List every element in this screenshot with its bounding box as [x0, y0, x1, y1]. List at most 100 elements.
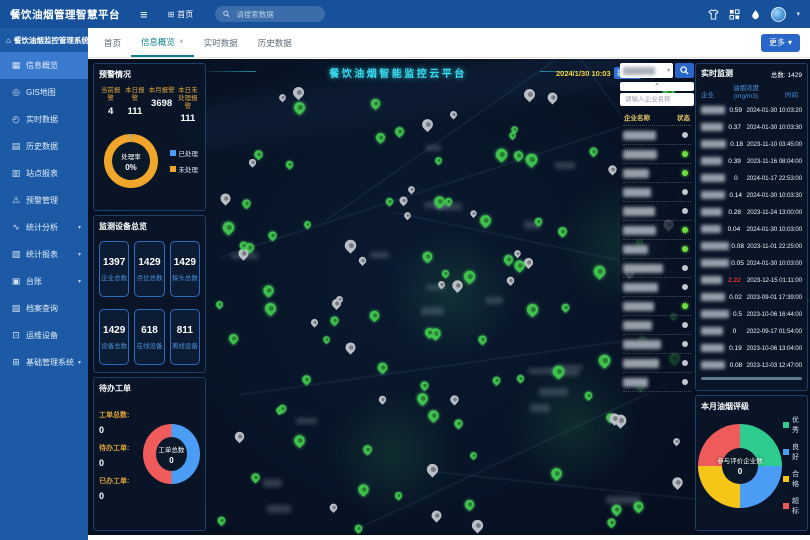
horizontal-scrollbar[interactable]: [701, 377, 802, 380]
map-pin-online[interactable]: [215, 300, 225, 310]
map-pin-online[interactable]: [329, 314, 340, 325]
company-row[interactable]: [623, 335, 691, 354]
company-search-button[interactable]: [675, 63, 694, 78]
realtime-row[interactable]: 02022-09-17 01:54:00: [699, 323, 804, 340]
map-pin-online[interactable]: [322, 335, 331, 344]
map-pin-online[interactable]: [525, 302, 541, 318]
topbar-home-chip[interactable]: ⊞ 首页: [168, 9, 194, 20]
map-pin-online[interactable]: [241, 198, 252, 209]
map-pin-online[interactable]: [227, 332, 240, 345]
realtime-row[interactable]: 0.042024-01-30 10:03:00: [699, 221, 804, 238]
company-row[interactable]: [623, 164, 691, 183]
flame-icon[interactable]: [750, 9, 761, 20]
company-select[interactable]: ▾: [620, 63, 673, 78]
company-row[interactable]: [623, 183, 691, 202]
sidebar-item-stat-analysis[interactable]: ∿统计分析▾: [0, 214, 88, 241]
map-pin-online[interactable]: [385, 196, 395, 206]
map-pin-offline[interactable]: [219, 192, 233, 206]
tab-history[interactable]: 历史数据: [248, 28, 302, 57]
realtime-row[interactable]: 0.082023-11-01 22:25:00: [699, 238, 804, 255]
map-pin-offline[interactable]: [343, 341, 357, 355]
company-row[interactable]: [623, 240, 691, 259]
map-pin-offline[interactable]: [328, 502, 339, 513]
map-pin-online[interactable]: [606, 517, 617, 528]
map-pin-online[interactable]: [285, 160, 295, 170]
user-avatar[interactable]: [771, 7, 786, 22]
map-pin-online[interactable]: [588, 146, 599, 157]
realtime-row[interactable]: 2.222023-12-15 01:11:00: [699, 272, 804, 289]
tab-overview[interactable]: 信息概览×: [131, 28, 194, 57]
map-pin-online[interactable]: [493, 146, 509, 162]
collapse-caret[interactable]: ^: [620, 82, 694, 91]
map-pin-offline[interactable]: [672, 437, 682, 447]
realtime-row[interactable]: 0.052024-01-30 10:03:00: [699, 255, 804, 272]
map-pin-online[interactable]: [418, 380, 429, 391]
tab-home[interactable]: 首页: [94, 28, 131, 57]
close-icon[interactable]: ×: [179, 37, 184, 46]
map-pin-offline[interactable]: [309, 318, 319, 328]
map-pin-online[interactable]: [492, 376, 503, 387]
map-pin-online[interactable]: [368, 308, 381, 321]
map-pin-online[interactable]: [250, 472, 262, 484]
realtime-row[interactable]: 0.182023-11-10 03:45:00: [699, 136, 804, 153]
map-pin-online[interactable]: [610, 503, 623, 516]
realtime-row[interactable]: 0.022023-09-01 17:39:00: [699, 289, 804, 306]
map-pin-offline[interactable]: [429, 508, 443, 522]
map-pin-offline[interactable]: [606, 164, 618, 176]
sidebar-item-alert-manage[interactable]: ⚠预警管理: [0, 187, 88, 214]
company-row[interactable]: [623, 126, 691, 145]
sidebar-item-site-report[interactable]: ▥站点报表: [0, 160, 88, 187]
theme-skin-icon[interactable]: [708, 9, 719, 20]
realtime-row[interactable]: 0.52023-10-06 16:44:00: [699, 306, 804, 323]
sidebar-item-base-system[interactable]: ⊞基础管理系统▾: [0, 349, 88, 376]
map-pin-online[interactable]: [393, 125, 405, 137]
sidebar-item-realtime-data[interactable]: ◴实时数据: [0, 106, 88, 133]
hamburger-icon[interactable]: ≡: [140, 8, 148, 21]
map-pin-offline[interactable]: [469, 209, 478, 218]
tab-realtime[interactable]: 实时数据: [194, 28, 248, 57]
map-pin-online[interactable]: [292, 433, 307, 448]
map-pin-online[interactable]: [261, 283, 276, 298]
realtime-row[interactable]: 02024-01-17 22:53:00: [699, 170, 804, 187]
company-row[interactable]: [623, 297, 691, 316]
map-pin-offline[interactable]: [449, 393, 461, 405]
company-row[interactable]: [623, 373, 691, 392]
map-pin-offline[interactable]: [357, 255, 368, 266]
map-pin-online[interactable]: [477, 213, 492, 228]
realtime-row[interactable]: 0.082023-12-03 12:47:00: [699, 357, 804, 374]
realtime-row[interactable]: 0.392023-11-16 08:04:00: [699, 153, 804, 170]
realtime-row[interactable]: 0.282023-11-24 13:00:00: [699, 204, 804, 221]
map-pin-online[interactable]: [469, 451, 478, 460]
sidebar-item-gis-map[interactable]: ◎GIS地图: [0, 79, 88, 106]
map-pin-offline[interactable]: [233, 430, 246, 443]
map-pin-online[interactable]: [221, 219, 237, 235]
map-pin-offline[interactable]: [342, 238, 358, 254]
map-pin-offline[interactable]: [469, 517, 485, 533]
sidebar-header[interactable]: ⌂ 餐饮油烟监控管理系统 ▴: [0, 28, 88, 52]
company-row[interactable]: [623, 354, 691, 373]
sidebar-item-overview[interactable]: ▦信息概览: [0, 52, 88, 79]
map-pin-online[interactable]: [374, 131, 387, 144]
realtime-row[interactable]: 0.372024-01-30 10:03:30: [699, 119, 804, 136]
company-row[interactable]: [623, 278, 691, 297]
company-name-input[interactable]: [623, 95, 691, 104]
global-search-input[interactable]: [234, 9, 317, 20]
more-button[interactable]: 更多 ▾: [761, 34, 800, 52]
map-pin-offline[interactable]: [670, 475, 685, 490]
map-pin-online[interactable]: [453, 418, 464, 429]
layout-icon[interactable]: [729, 9, 740, 20]
company-row[interactable]: [623, 221, 691, 240]
company-row[interactable]: [623, 259, 691, 278]
realtime-row[interactable]: 0.192023-10-06 13:04:00: [699, 340, 804, 357]
map-pin-online[interactable]: [463, 498, 476, 511]
map-pin-online[interactable]: [561, 302, 572, 313]
sidebar-item-ops-device[interactable]: ⊡运维设备: [0, 322, 88, 349]
map-pin-online[interactable]: [262, 301, 278, 317]
company-row[interactable]: [623, 145, 691, 164]
map-pin-online[interactable]: [434, 155, 443, 164]
sidebar-item-history-data[interactable]: ▤历史数据: [0, 133, 88, 160]
map-pin-offline[interactable]: [513, 249, 522, 258]
company-row[interactable]: [623, 316, 691, 335]
sidebar-item-archive-query[interactable]: ▨档案查询: [0, 295, 88, 322]
realtime-row[interactable]: 0.592024-01-30 10:03:20: [699, 102, 804, 119]
